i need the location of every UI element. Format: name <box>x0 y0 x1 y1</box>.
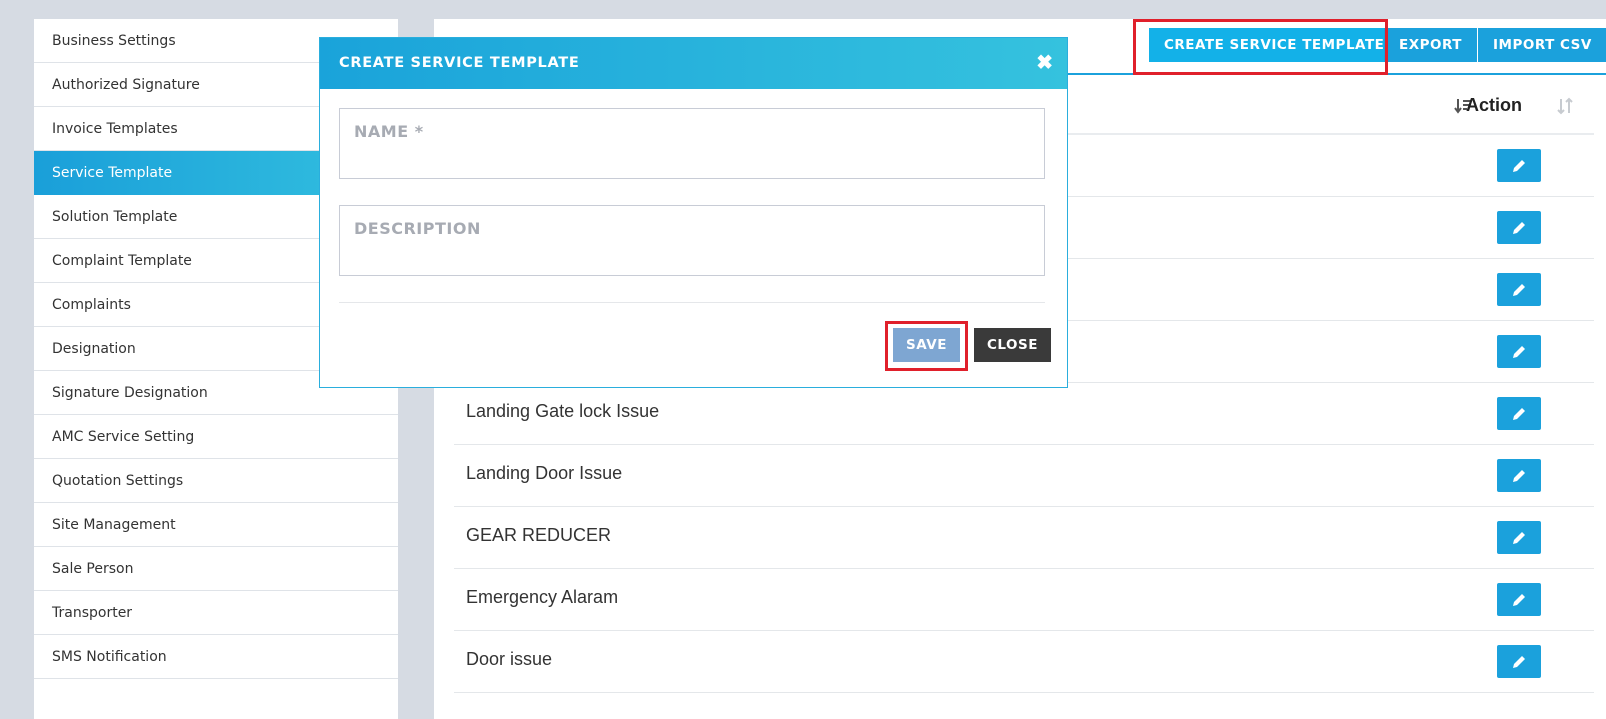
close-button[interactable]: CLOSE <box>974 328 1051 362</box>
row-name: Landing Door Issue <box>466 463 623 483</box>
sidebar-item-transporter[interactable]: Transporter <box>34 591 398 635</box>
row-name: GEAR REDUCER <box>466 525 612 545</box>
close-icon[interactable]: ✖ <box>1036 50 1053 75</box>
description-field[interactable]: DESCRIPTION <box>339 205 1045 276</box>
modal-title: CREATE SERVICE TEMPLATE <box>339 55 580 71</box>
modal-footer-divider <box>339 302 1045 303</box>
edit-button[interactable] <box>1497 521 1541 554</box>
pencil-icon <box>1513 593 1525 606</box>
table-row: Door issue <box>454 631 1594 693</box>
sidebar-item-sale-person[interactable]: Sale Person <box>34 547 398 591</box>
import-csv-button[interactable]: IMPORT CSV <box>1478 28 1606 62</box>
pencil-icon <box>1513 469 1525 482</box>
export-button[interactable]: EXPORT <box>1384 28 1477 62</box>
save-button[interactable]: SAVE <box>893 328 960 362</box>
name-field[interactable]: NAME * <box>339 108 1045 179</box>
sidebar-item-site-management[interactable]: Site Management <box>34 503 398 547</box>
table-row: GEAR REDUCER <box>454 507 1594 569</box>
sidebar-item-amc-service-setting[interactable]: AMC Service Setting <box>34 415 398 459</box>
table-row: Landing Door Issue <box>454 445 1594 507</box>
pencil-icon <box>1513 345 1525 358</box>
pencil-icon <box>1513 407 1525 420</box>
sidebar-item-sms-notification[interactable]: SMS Notification <box>34 635 398 679</box>
create-service-template-button[interactable]: CREATE SERVICE TEMPLATE <box>1149 28 1400 62</box>
edit-button[interactable] <box>1497 335 1541 368</box>
sidebar-item-quotation-settings[interactable]: Quotation Settings <box>34 459 398 503</box>
edit-button[interactable] <box>1497 273 1541 306</box>
row-name: Emergency Alaram <box>466 587 619 607</box>
sort-both-icon[interactable] <box>1556 97 1574 120</box>
description-placeholder: DESCRIPTION <box>354 219 481 238</box>
name-placeholder: NAME * <box>354 122 424 141</box>
pencil-icon <box>1513 221 1525 234</box>
action-column-header: Action <box>1466 95 1522 115</box>
table-row: Emergency Alaram <box>454 569 1594 631</box>
edit-button[interactable] <box>1497 211 1541 244</box>
edit-button[interactable] <box>1497 645 1541 678</box>
modal-header: CREATE SERVICE TEMPLATE ✖ <box>320 38 1067 89</box>
row-name: Door issue <box>466 649 553 669</box>
pencil-icon <box>1513 531 1525 544</box>
pencil-icon <box>1513 159 1525 172</box>
row-name: Landing Gate lock Issue <box>466 401 660 421</box>
edit-button[interactable] <box>1497 459 1541 492</box>
create-service-template-modal: CREATE SERVICE TEMPLATE ✖ NAME * DESCRIP… <box>319 37 1068 388</box>
table-row: Landing Gate lock Issue <box>454 383 1594 445</box>
pencil-icon <box>1513 655 1525 668</box>
edit-button[interactable] <box>1497 149 1541 182</box>
edit-button[interactable] <box>1497 583 1541 616</box>
pencil-icon <box>1513 283 1525 296</box>
edit-button[interactable] <box>1497 397 1541 430</box>
